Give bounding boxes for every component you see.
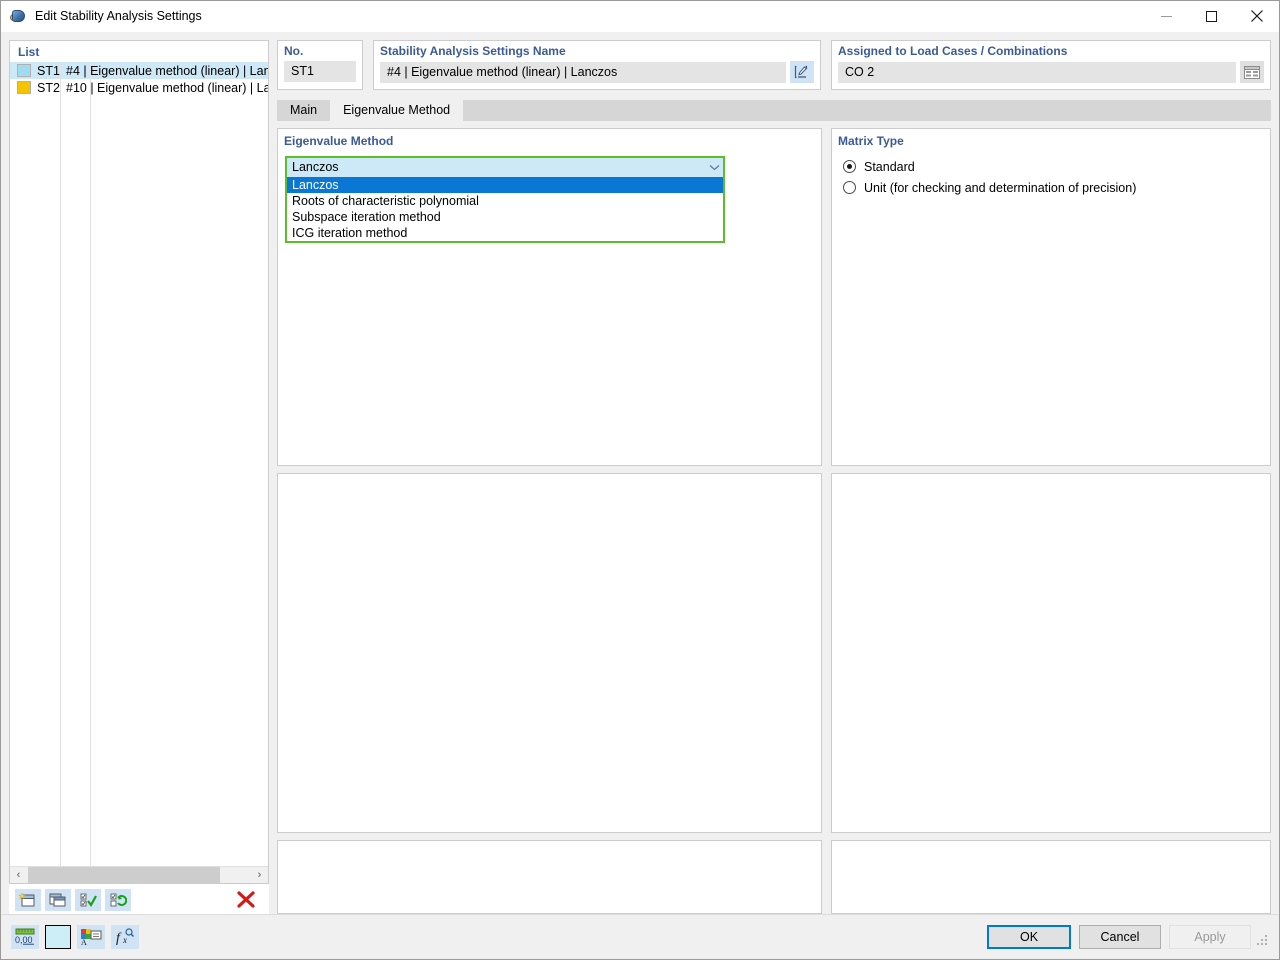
- select-all-button[interactable]: [75, 888, 101, 911]
- list-item[interactable]: ST1 #4 | Eigenvalue method (linear) | La…: [10, 62, 268, 79]
- title-bar: Edit Stability Analysis Settings: [1, 1, 1279, 32]
- empty-panel-middle-right: [831, 473, 1271, 833]
- eigenvalue-method-combobox-wrap: Lanczos Lanczos Roots of characteristic …: [285, 156, 725, 243]
- formula-button[interactable]: f x: [111, 925, 139, 949]
- assigned-field-group: Assigned to Load Cases / Combinations CO…: [831, 40, 1271, 90]
- tab-content: Eigenvalue Method Lanczos Lanczos Roots …: [277, 121, 1271, 914]
- panel-row-middle: [277, 473, 1271, 833]
- list-item-no: ST2: [37, 80, 60, 95]
- combobox-option[interactable]: Roots of characteristic polynomial: [287, 193, 723, 209]
- list-horizontal-scrollbar[interactable]: ‹ ›: [10, 866, 268, 883]
- svg-text:0,00: 0,00: [15, 935, 33, 945]
- scrollbar-track[interactable]: [221, 866, 251, 883]
- window-title: Edit Stability Analysis Settings: [35, 9, 202, 23]
- no-value: ST1: [284, 61, 356, 82]
- footer-tools: 0,00 A f x: [11, 925, 139, 949]
- matrix-type-title: Matrix Type: [838, 134, 904, 148]
- panel-row-top: Eigenvalue Method Lanczos Lanczos Roots …: [277, 128, 1271, 466]
- cancel-button[interactable]: Cancel: [1079, 925, 1161, 949]
- new-item-button[interactable]: [15, 888, 41, 911]
- radio-unit[interactable]: [843, 181, 856, 194]
- assigned-label: Assigned to Load Cases / Combinations: [838, 44, 1068, 58]
- list-panel: List ST1 #4 | Eigenvalue method (linear)…: [9, 40, 269, 914]
- content-panel: No. ST1 Stability Analysis Settings Name…: [277, 40, 1271, 914]
- list-item-no: ST1: [37, 63, 60, 78]
- close-button[interactable]: [1234, 1, 1279, 32]
- header-fields: No. ST1 Stability Analysis Settings Name…: [277, 40, 1271, 90]
- no-label: No.: [284, 44, 304, 58]
- svg-text:A: A: [81, 938, 87, 946]
- units-decimals-button[interactable]: 0,00: [11, 925, 39, 949]
- matrix-type-option-standard[interactable]: Standard: [838, 156, 1264, 177]
- edit-stability-analysis-settings-window: Edit Stability Analysis Settings List ST…: [0, 0, 1280, 960]
- tabs-area: Main Eigenvalue Method Eigenvalue Method…: [277, 100, 1271, 914]
- color-swatch-button[interactable]: [45, 925, 71, 949]
- list-item-color-swatch: [17, 64, 31, 77]
- scrollbar-thumb[interactable]: [28, 866, 220, 883]
- empty-panel-bottom-left: [277, 840, 822, 914]
- resize-grip[interactable]: [1257, 935, 1269, 947]
- assigned-value[interactable]: CO 2: [838, 61, 1236, 83]
- annotation-button[interactable]: A: [77, 925, 105, 949]
- combobox-selected-value: Lanczos: [292, 160, 339, 174]
- eigenvalue-method-combobox[interactable]: Lanczos Lanczos Roots of characteristic …: [285, 156, 725, 243]
- name-field-group: Stability Analysis Settings Name #4 | Ei…: [373, 40, 821, 90]
- svg-text:f: f: [116, 931, 122, 946]
- table-select-icon[interactable]: [1240, 61, 1264, 83]
- list-toolbar: [9, 884, 269, 914]
- maximize-button[interactable]: [1189, 1, 1234, 32]
- list-rows: ST1 #4 | Eigenvalue method (linear) | La…: [10, 62, 268, 866]
- edit-pencil-icon[interactable]: [790, 61, 814, 83]
- matrix-type-option-unit[interactable]: Unit (for checking and determination of …: [838, 177, 1264, 198]
- empty-panel-middle-left: [277, 473, 822, 833]
- combobox-options-list: Lanczos Roots of characteristic polynomi…: [287, 177, 723, 241]
- combobox-option[interactable]: ICG iteration method: [287, 225, 723, 241]
- copy-item-button[interactable]: [45, 888, 71, 911]
- apply-button: Apply: [1169, 925, 1251, 949]
- matrix-type-panel: Matrix Type Standard Unit (for checking …: [831, 128, 1271, 466]
- scroll-left-arrow-icon[interactable]: ‹: [10, 866, 27, 883]
- invert-selection-button[interactable]: [105, 888, 131, 911]
- list-item-description: #10 | Eigenvalue method (linear) | Lanc: [66, 80, 268, 95]
- tab-main[interactable]: Main: [277, 100, 331, 121]
- dialog-footer: 0,00 A f x OK Cancel Apply: [1, 914, 1279, 959]
- empty-panel-bottom-right: [831, 840, 1271, 914]
- name-label: Stability Analysis Settings Name: [380, 44, 566, 58]
- panel-row-bottom: [277, 840, 1271, 914]
- ok-button[interactable]: OK: [987, 925, 1071, 949]
- list-header: List: [10, 41, 268, 62]
- list-item-description: #4 | Eigenvalue method (linear) | Lancz: [66, 63, 268, 78]
- list-item-color-swatch: [17, 81, 31, 94]
- tabstrip: Main Eigenvalue Method: [277, 100, 1271, 121]
- combobox-option[interactable]: Subspace iteration method: [287, 209, 723, 225]
- minimize-button[interactable]: [1144, 1, 1189, 32]
- delete-item-button[interactable]: [233, 889, 259, 911]
- eigenvalue-method-panel: Eigenvalue Method Lanczos Lanczos Roots …: [277, 128, 822, 466]
- radio-unit-label: Unit (for checking and determination of …: [864, 180, 1137, 195]
- radio-standard-label: Standard: [864, 159, 915, 174]
- radio-standard[interactable]: [843, 160, 856, 173]
- no-field-group: No. ST1: [277, 40, 363, 90]
- tab-eigenvalue-method[interactable]: Eigenvalue Method: [330, 100, 464, 121]
- combobox-option[interactable]: Lanczos: [287, 177, 723, 193]
- eigenvalue-method-title: Eigenvalue Method: [284, 134, 394, 148]
- chevron-down-icon[interactable]: [705, 164, 723, 171]
- dialog-body: List ST1 #4 | Eigenvalue method (linear)…: [1, 32, 1279, 914]
- tabstrip-filler: [463, 100, 1271, 121]
- stability-analysis-icon: [10, 8, 27, 25]
- svg-text:x: x: [122, 935, 127, 945]
- scroll-right-arrow-icon[interactable]: ›: [251, 866, 268, 883]
- list-item[interactable]: ST2 #10 | Eigenvalue method (linear) | L…: [10, 79, 268, 96]
- name-input[interactable]: #4 | Eigenvalue method (linear) | Lanczo…: [380, 61, 786, 83]
- combobox-field[interactable]: Lanczos: [287, 158, 723, 177]
- settings-list: List ST1 #4 | Eigenvalue method (linear)…: [9, 40, 269, 884]
